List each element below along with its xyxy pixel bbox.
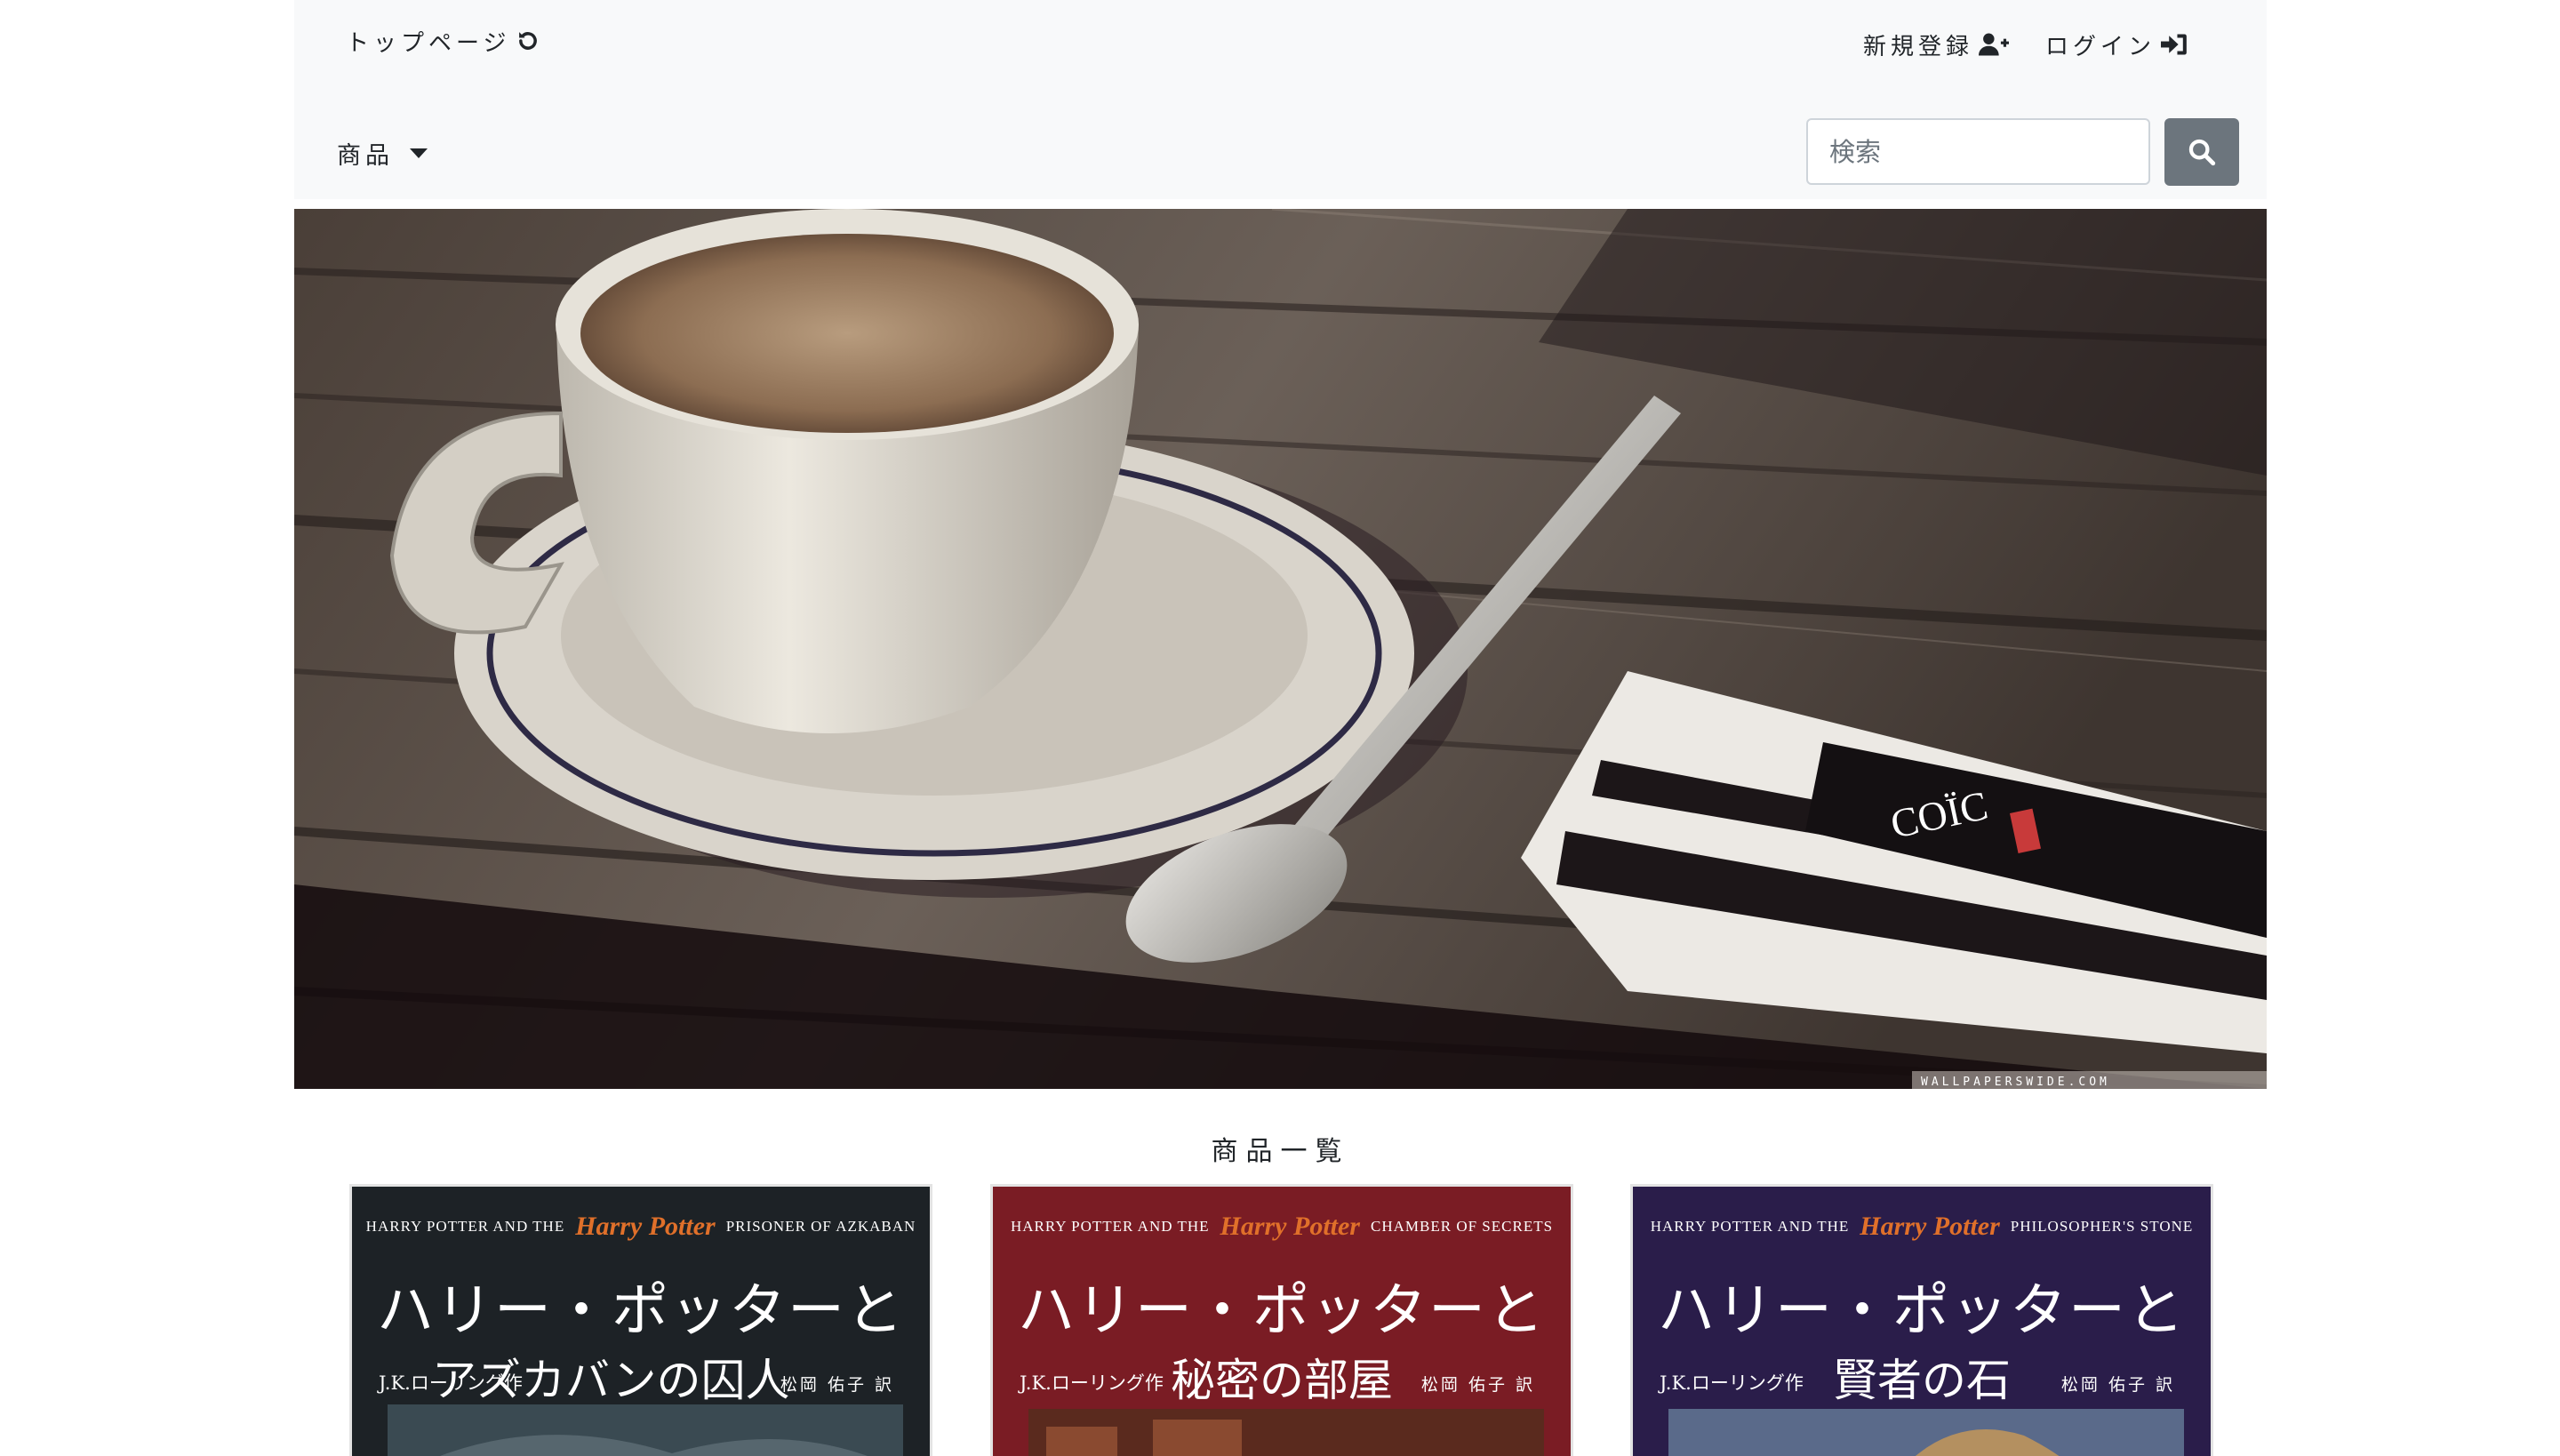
book-translator: 松岡 佑子 訳 bbox=[1420, 1375, 1535, 1395]
book-title: ハリー・ポッターと bbox=[1658, 1278, 2186, 1344]
page-container: トップページ 新規登録 ログイン 商品 検索 COÏC WALLPAPERSWI… bbox=[294, 0, 2267, 1456]
search-icon bbox=[2187, 137, 2217, 167]
book-subtitle: アズカバンの囚人 bbox=[432, 1355, 790, 1406]
book-header: HARRY POTTER AND THE Harry Potter PRISON… bbox=[352, 1212, 930, 1242]
book-header-left: HARRY POTTER AND THE bbox=[365, 1218, 565, 1235]
search-button[interactable] bbox=[2164, 118, 2239, 186]
book-header-right: PRISONER OF AZKABAN bbox=[725, 1218, 916, 1235]
refresh-icon bbox=[516, 28, 540, 53]
products-dropdown[interactable]: 商品 bbox=[337, 133, 428, 172]
signup-label: 新規登録 bbox=[1863, 33, 1974, 60]
sign-in-icon bbox=[2161, 32, 2188, 57]
login-link[interactable]: ログイン bbox=[2045, 25, 2188, 64]
signup-link[interactable]: 新規登録 bbox=[1863, 25, 2010, 64]
product-card[interactable]: HARRY POTTER AND THE Harry Potter CHAMBE… bbox=[990, 1184, 1573, 1456]
image-watermark: WALLPAPERSWIDE.COM bbox=[1921, 1076, 2110, 1089]
book-header-left: HARRY POTTER AND THE bbox=[1010, 1218, 1210, 1235]
harry-potter-logo: Harry Potter bbox=[1860, 1212, 2000, 1241]
book-translator: 松岡 佑子 訳 bbox=[2060, 1375, 2175, 1395]
book-header-left: HARRY POTTER AND THE bbox=[1650, 1218, 1850, 1235]
hero-image: COÏC WALLPAPERSWIDE.COM bbox=[294, 209, 2267, 1089]
product-card[interactable]: HARRY POTTER AND THE Harry Potter PRISON… bbox=[349, 1184, 932, 1456]
book-header-right: CHAMBER OF SECRETS bbox=[1371, 1218, 1554, 1235]
navbar: トップページ 新規登録 ログイン 商品 検索 bbox=[294, 0, 2267, 199]
book-header-right: PHILOSOPHER'S STONE bbox=[2010, 1218, 2194, 1235]
top-page-label: トップページ bbox=[346, 29, 511, 57]
caret-down-icon bbox=[410, 148, 428, 158]
login-label: ログイン bbox=[2045, 33, 2156, 60]
book-translator: 松岡 佑子 訳 bbox=[780, 1375, 894, 1395]
top-page-link[interactable]: トップページ bbox=[346, 21, 540, 60]
section-title: 商品一覧 bbox=[1211, 1136, 1350, 1167]
harry-potter-logo: Harry Potter bbox=[1220, 1212, 1361, 1241]
products-dropdown-label: 商品 bbox=[337, 141, 394, 170]
search-input[interactable] bbox=[1806, 118, 2150, 185]
harry-potter-logo: Harry Potter bbox=[575, 1212, 716, 1241]
product-card[interactable]: HARRY POTTER AND THE Harry Potter PHILOS… bbox=[1630, 1184, 2213, 1456]
book-title: ハリー・ポッターと bbox=[1018, 1278, 1546, 1344]
book-header: HARRY POTTER AND THE Harry Potter CHAMBE… bbox=[993, 1212, 1571, 1242]
book-title: ハリー・ポッターと bbox=[377, 1278, 905, 1344]
user-plus-icon bbox=[1979, 32, 2010, 57]
book-header: HARRY POTTER AND THE Harry Potter PHILOS… bbox=[1633, 1212, 2211, 1242]
